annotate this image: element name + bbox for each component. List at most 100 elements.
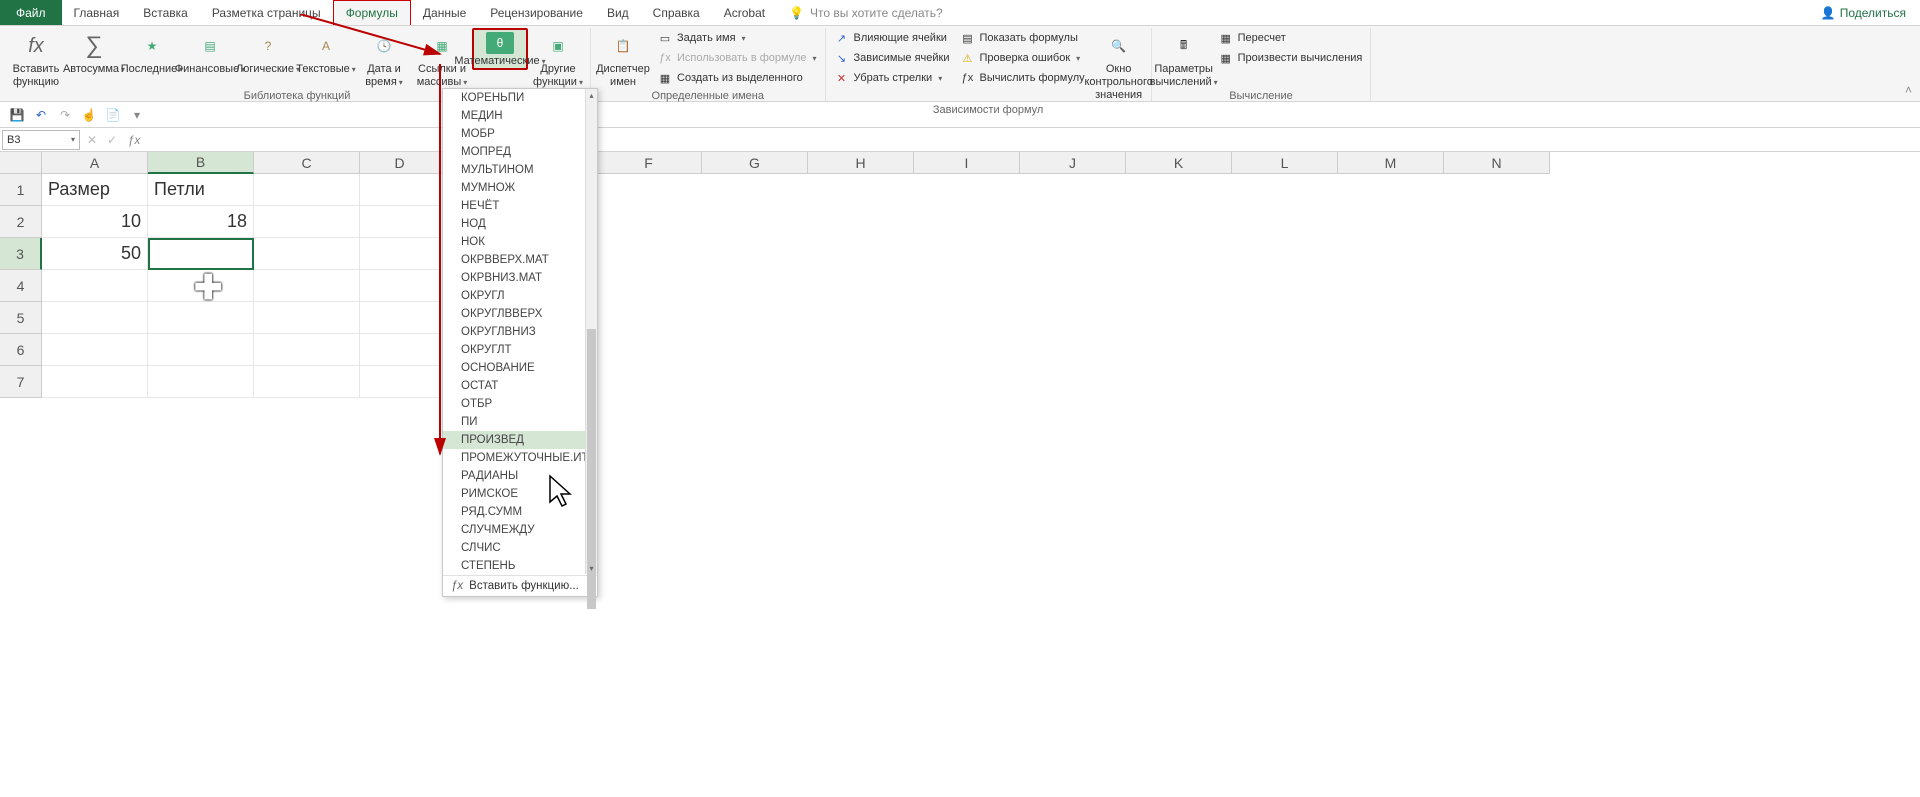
- name-manager-button[interactable]: 📋 Диспетчер имен: [595, 28, 651, 89]
- menu-tab[interactable]: Вставка: [131, 0, 200, 25]
- cell[interactable]: [360, 334, 440, 366]
- dropdown-item[interactable]: ОКРУГЛВНИЗ: [443, 323, 597, 341]
- math-button[interactable]: θ Математические▾: [472, 28, 528, 70]
- col-header[interactable]: B: [148, 152, 254, 174]
- undo-icon[interactable]: ↶: [32, 106, 50, 124]
- col-header[interactable]: N: [1444, 152, 1550, 174]
- col-header[interactable]: F: [596, 152, 702, 174]
- menu-tab[interactable]: Вид: [595, 0, 641, 25]
- cell[interactable]: [254, 206, 360, 238]
- cell[interactable]: [360, 302, 440, 334]
- touch-icon[interactable]: ☝: [80, 106, 98, 124]
- datetime-button[interactable]: 🕓 Дата и время▾: [356, 28, 412, 89]
- cell[interactable]: [42, 366, 148, 398]
- more-functions-button[interactable]: ▣ Другие функции▾: [530, 28, 586, 89]
- dropdown-scrollbar[interactable]: ▴ ▾: [585, 89, 597, 574]
- cell[interactable]: [254, 238, 360, 270]
- scroll-down-icon[interactable]: ▾: [586, 562, 597, 574]
- cell[interactable]: [254, 366, 360, 398]
- menu-tab-formulas[interactable]: Формулы: [333, 0, 411, 25]
- col-header[interactable]: A: [42, 152, 148, 174]
- dropdown-item[interactable]: ОКРВВЕРХ.МАТ: [443, 251, 597, 269]
- dropdown-item[interactable]: РАДИАНЫ: [443, 467, 597, 485]
- cell[interactable]: 18: [148, 206, 254, 238]
- col-header[interactable]: J: [1020, 152, 1126, 174]
- tell-me-search[interactable]: 💡 Что вы хотите сделать?: [777, 0, 955, 25]
- dropdown-item[interactable]: МОПРЕД: [443, 143, 597, 161]
- dropdown-item[interactable]: КОРЕНЬПИ: [443, 89, 597, 107]
- cell[interactable]: 10: [42, 206, 148, 238]
- cell[interactable]: [148, 302, 254, 334]
- menu-tab[interactable]: Рецензирование: [478, 0, 595, 25]
- watch-window-button[interactable]: 🔍 Окно контрольного значения: [1091, 28, 1147, 103]
- selected-cell[interactable]: [148, 238, 254, 270]
- dropdown-item[interactable]: РИМСКОЕ: [443, 485, 597, 503]
- cell[interactable]: [360, 270, 440, 302]
- financial-button[interactable]: ▤ Финансовые▾: [182, 28, 238, 76]
- cell[interactable]: [148, 366, 254, 398]
- menu-file[interactable]: Файл: [0, 0, 62, 25]
- menu-tab[interactable]: Данные: [411, 0, 478, 25]
- col-header[interactable]: I: [914, 152, 1020, 174]
- cell[interactable]: [360, 366, 440, 398]
- error-check-button[interactable]: ⚠Проверка ошибок▾: [955, 48, 1088, 68]
- row-header[interactable]: 6: [0, 334, 42, 366]
- dropdown-item[interactable]: МОБР: [443, 125, 597, 143]
- menu-tab[interactable]: Acrobat: [712, 0, 777, 25]
- trace-precedents-button[interactable]: ↗Влияющие ячейки: [830, 28, 954, 48]
- cancel-icon[interactable]: ✕: [82, 133, 102, 147]
- row-header[interactable]: 2: [0, 206, 42, 238]
- dropdown-item[interactable]: ОКРУГЛВВЕРХ: [443, 305, 597, 323]
- col-header[interactable]: H: [808, 152, 914, 174]
- row-header[interactable]: 4: [0, 270, 42, 302]
- dropdown-item[interactable]: МУМНОЖ: [443, 179, 597, 197]
- show-formulas-button[interactable]: ▤Показать формулы: [955, 28, 1088, 48]
- scroll-up-icon[interactable]: ▴: [586, 89, 597, 101]
- dropdown-item[interactable]: МУЛЬТИНОМ: [443, 161, 597, 179]
- menu-tab[interactable]: Главная: [62, 0, 132, 25]
- row-header[interactable]: 7: [0, 366, 42, 398]
- logical-button[interactable]: ? Логические▾: [240, 28, 296, 76]
- autosum-button[interactable]: ∑ Автосумма▾: [66, 28, 122, 76]
- dropdown-item[interactable]: НЕЧЁТ: [443, 197, 597, 215]
- redo-icon[interactable]: ↷: [56, 106, 74, 124]
- insert-function-button[interactable]: fx Вставить функцию: [8, 28, 64, 89]
- formula-input[interactable]: [146, 130, 1920, 150]
- dropdown-item[interactable]: НОД: [443, 215, 597, 233]
- create-from-selection-button[interactable]: ▦Создать из выделенного: [653, 68, 821, 88]
- menu-tab[interactable]: Разметка страницы: [200, 0, 333, 25]
- cell[interactable]: [254, 334, 360, 366]
- dropdown-item[interactable]: ОТБР: [443, 395, 597, 413]
- define-name-button[interactable]: ▭Задать имя▾: [653, 28, 821, 48]
- save-icon[interactable]: 💾: [8, 106, 26, 124]
- dropdown-item[interactable]: ОКРВНИЗ.МАТ: [443, 269, 597, 287]
- text-button[interactable]: A Текстовые▾: [298, 28, 354, 76]
- dropdown-item[interactable]: СТЕПЕНЬ: [443, 557, 597, 575]
- menu-tab[interactable]: Справка: [641, 0, 712, 25]
- dropdown-item[interactable]: ОКРУГЛ: [443, 287, 597, 305]
- cell[interactable]: [42, 270, 148, 302]
- evaluate-button[interactable]: ƒxВычислить формулу: [955, 68, 1088, 88]
- remove-arrows-button[interactable]: ✕Убрать стрелки▾: [830, 68, 954, 88]
- cell[interactable]: Размер: [42, 174, 148, 206]
- cell[interactable]: [254, 302, 360, 334]
- dropdown-item[interactable]: НОК: [443, 233, 597, 251]
- dropdown-item[interactable]: СЛУЧМЕЖДУ: [443, 521, 597, 539]
- customize-icon[interactable]: ▾: [128, 106, 146, 124]
- share-button[interactable]: 👤 Поделиться: [1807, 0, 1920, 25]
- insert-function-link[interactable]: ƒx Вставить функцию...: [443, 575, 597, 596]
- col-header[interactable]: L: [1232, 152, 1338, 174]
- cell[interactable]: [42, 334, 148, 366]
- cell[interactable]: [360, 206, 440, 238]
- cell[interactable]: [254, 174, 360, 206]
- preview-icon[interactable]: 📄: [104, 106, 122, 124]
- cell[interactable]: [148, 334, 254, 366]
- row-header[interactable]: 3: [0, 238, 42, 270]
- fx-button[interactable]: ƒx: [122, 133, 146, 147]
- cell[interactable]: [254, 270, 360, 302]
- dropdown-item[interactable]: ПРОИЗВЕД: [443, 431, 597, 449]
- dropdown-item[interactable]: ПРОМЕЖУТОЧНЫЕ.ИТОГИ: [443, 449, 597, 467]
- calc-sheet-button[interactable]: ▦Произвести вычисления: [1214, 48, 1367, 68]
- col-header[interactable]: K: [1126, 152, 1232, 174]
- cell[interactable]: Петли: [148, 174, 254, 206]
